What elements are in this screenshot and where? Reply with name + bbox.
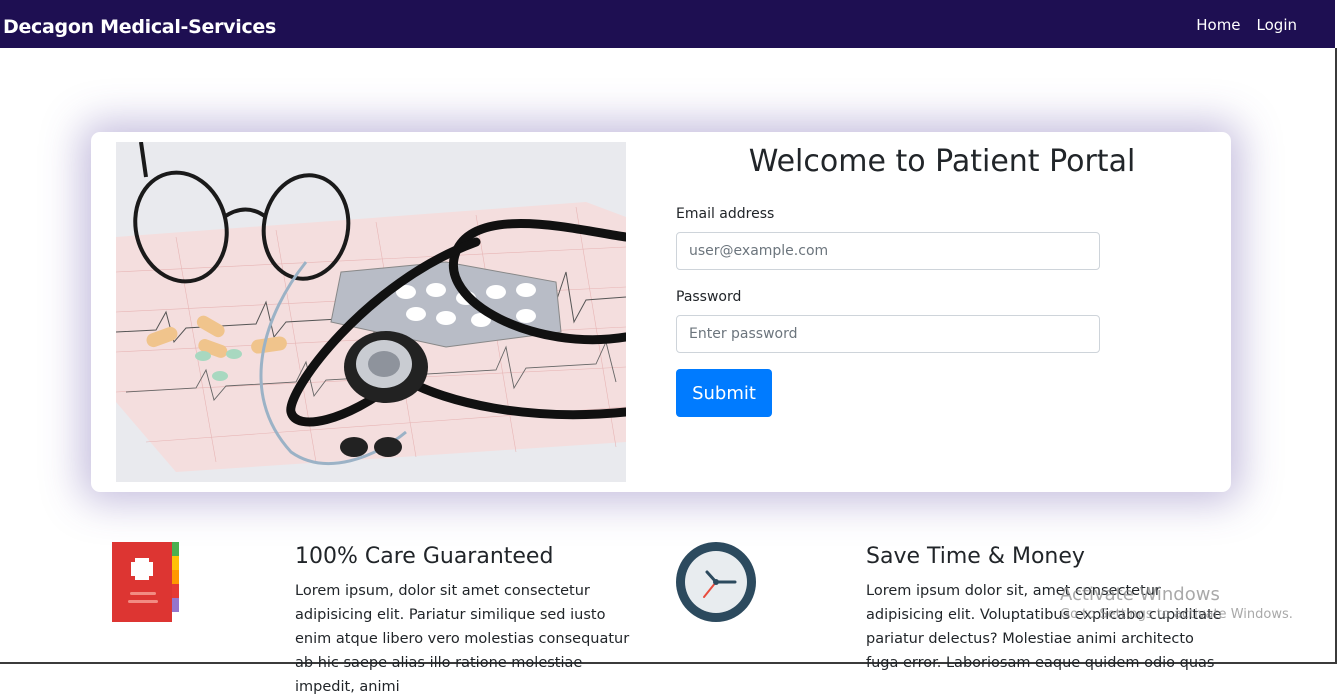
navbar: Decagon Medical-Services Home Login	[0, 0, 1335, 48]
medical-book-icon	[112, 542, 182, 622]
portal-title: Welcome to Patient Portal	[748, 144, 1136, 179]
feature-text-save: Lorem ipsum dolor sit, amet consectetur …	[866, 583, 1222, 671]
submit-button[interactable]: Submit	[676, 369, 772, 417]
stethoscope-image	[116, 142, 626, 482]
password-group: Password	[676, 289, 1100, 353]
brand-name[interactable]: Decagon Medical-Services	[3, 16, 276, 38]
nav-home-link[interactable]: Home	[1196, 16, 1240, 34]
login-card: Welcome to Patient Portal Email address …	[91, 132, 1231, 492]
login-form: Email address Password Submit	[676, 206, 1100, 417]
password-label: Password	[676, 289, 742, 305]
nav-links: Home Login	[1196, 16, 1297, 34]
email-field[interactable]	[676, 232, 1100, 270]
stethoscope-illustration	[116, 142, 626, 482]
feature-text-care: Lorem ipsum, dolor sit amet consectetur …	[295, 583, 630, 695]
clock-icon	[676, 542, 756, 622]
feature-title-care: 100% Care Guaranteed	[295, 544, 554, 569]
email-group: Email address	[676, 206, 1100, 270]
password-field[interactable]	[676, 315, 1100, 353]
feature-title-save: Save Time & Money	[866, 544, 1085, 569]
email-label: Email address	[676, 206, 775, 222]
nav-login-link[interactable]: Login	[1257, 16, 1297, 34]
